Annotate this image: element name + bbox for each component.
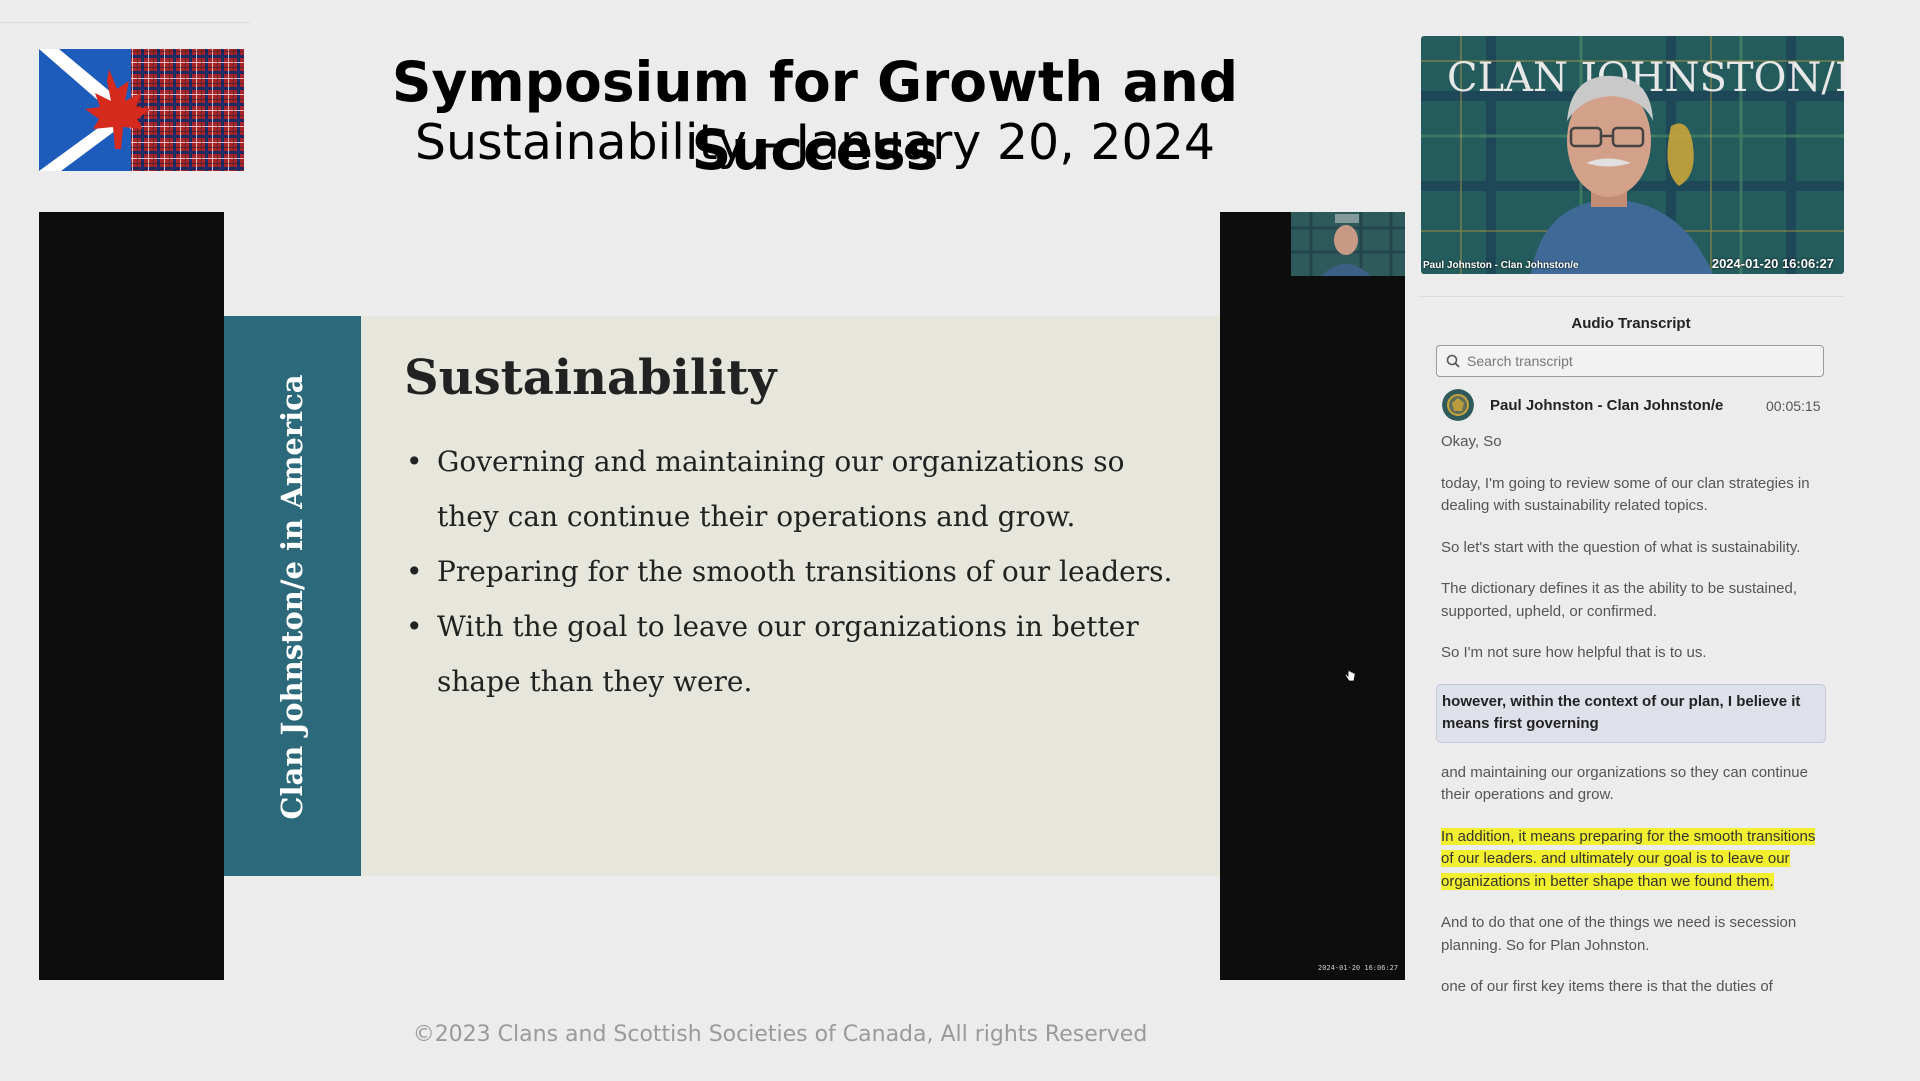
transcript-segment-current[interactable]: however, within the context of our plan,…	[1436, 683, 1826, 743]
transcript-segment-highlighted[interactable]: In addition, it means preparing for the …	[1436, 826, 1826, 894]
transcript-segment[interactable]: one of our first key items there is that…	[1436, 976, 1826, 999]
top-divider	[0, 22, 250, 23]
slide-bullet: Preparing for the smooth transitions of …	[404, 544, 1194, 599]
transcript-speaker-header: Paul Johnston - Clan Johnston/e 00:05:15	[1442, 389, 1842, 421]
transcript-segment[interactable]: and maintaining our organizations so the…	[1436, 762, 1826, 807]
symposium-logo	[39, 49, 244, 171]
webcam-timestamp: 2024-01-20 16:06:27	[1711, 256, 1834, 271]
transcript-segment[interactable]: today, I'm going to review some of our c…	[1436, 473, 1826, 518]
search-icon	[1446, 354, 1460, 368]
transcript-search-box[interactable]	[1436, 345, 1824, 377]
transcript-segment[interactable]: And to do that one of the things we need…	[1436, 912, 1826, 957]
slide-bullet: With the goal to leave our organizations…	[404, 599, 1194, 709]
transcript-segment[interactable]: The dictionary defines it as the ability…	[1436, 578, 1826, 623]
transcript-segment[interactable]: Okay, So	[1436, 431, 1826, 454]
shared-screen[interactable]: Clan Johnston/e in America Sustainabilit…	[39, 212, 1405, 980]
transcript-segment[interactable]: So let's start with the question of what…	[1436, 537, 1826, 560]
webcam-name-label: Paul Johnston - Clan Johnston/e	[1423, 260, 1579, 271]
speaker-avatar	[1442, 389, 1474, 421]
mini-timestamp: 2024-01-20 16:06:27	[1318, 964, 1399, 972]
slide-bullet-list: Governing and maintaining our organizati…	[404, 434, 1194, 709]
presentation-slide: Clan Johnston/e in America Sustainabilit…	[224, 212, 1220, 980]
slide-heading: Sustainability	[404, 350, 777, 406]
page-subtitle: Sustainability - January 20, 2024	[414, 114, 1216, 171]
speaker-name: Paul Johnston - Clan Johnston/e	[1490, 397, 1724, 414]
hand-cursor-icon	[1344, 668, 1356, 682]
transcript-segments: Okay, So today, I'm going to review some…	[1436, 431, 1826, 1018]
slide-vertical-text: Clan Johnston/e in America	[275, 374, 309, 820]
mini-webcam-thumbnail	[1291, 212, 1405, 276]
transcript-segment[interactable]: So I'm not sure how helpful that is to u…	[1436, 642, 1826, 665]
speaker-webcam[interactable]: CLAN JOHNSTON/E Paul Johnston - Clan Joh…	[1421, 36, 1844, 274]
transcript-title: Audio Transcript	[1571, 315, 1691, 332]
search-transcript-input[interactable]	[1467, 346, 1817, 376]
speaker-timestamp[interactable]: 00:05:15	[1766, 398, 1821, 414]
slide-bullet: Governing and maintaining our organizati…	[404, 434, 1194, 544]
copyright-notice: ©2023 Clans and Scottish Societies of Ca…	[412, 1022, 1148, 1047]
audio-transcript-panel: Audio Transcript Paul Johnston - Clan Jo…	[1418, 296, 1844, 1081]
